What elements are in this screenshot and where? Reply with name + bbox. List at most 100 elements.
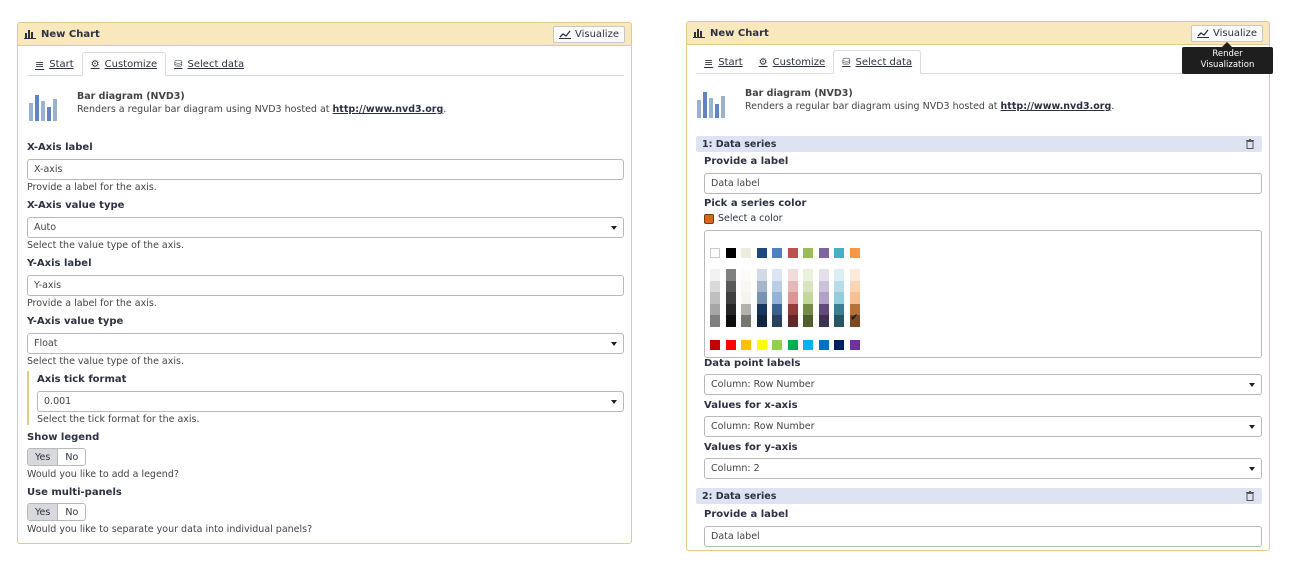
color-shade-swatch[interactable] bbox=[710, 315, 720, 327]
color-shade-swatch[interactable] bbox=[787, 280, 798, 292]
color-shade-swatch[interactable] bbox=[818, 292, 829, 304]
color-swatch[interactable] bbox=[772, 248, 782, 258]
tab-select-data[interactable]: ⛁ Select data bbox=[833, 50, 922, 74]
tab-start[interactable]: ≡ Start bbox=[696, 51, 751, 73]
visualize-label: Visualize bbox=[1212, 27, 1257, 39]
y-values-select[interactable]: Column: 2 bbox=[704, 458, 1262, 479]
color-swatch[interactable] bbox=[803, 248, 813, 258]
color-swatch[interactable] bbox=[741, 248, 751, 258]
color-shade-swatch[interactable] bbox=[710, 303, 720, 315]
nvd3-link[interactable]: http://www.nvd3.org bbox=[1001, 101, 1112, 112]
color-shade-swatch[interactable] bbox=[756, 315, 767, 327]
series-1-label-input[interactable]: Data label bbox=[704, 173, 1262, 194]
color-shade-swatch[interactable] bbox=[710, 269, 720, 281]
color-shade-swatch[interactable] bbox=[710, 292, 720, 304]
x-values-select[interactable]: Column: Row Number bbox=[704, 416, 1262, 437]
color-swatch[interactable] bbox=[725, 248, 736, 258]
standard-color-swatch[interactable] bbox=[787, 340, 798, 350]
color-shade-swatch[interactable] bbox=[741, 292, 751, 304]
color-shade-swatch[interactable] bbox=[725, 269, 736, 281]
multi-no-button[interactable]: No bbox=[58, 504, 85, 520]
visualize-button[interactable]: Visualize bbox=[1190, 24, 1263, 42]
color-swatch[interactable] bbox=[756, 248, 767, 258]
standard-color-swatch[interactable] bbox=[849, 340, 860, 350]
trash-icon[interactable] bbox=[1246, 139, 1254, 149]
nvd3-link[interactable]: http://www.nvd3.org bbox=[333, 104, 444, 115]
color-shade-swatch[interactable] bbox=[818, 315, 829, 327]
x-axis-type-select[interactable]: Auto bbox=[27, 217, 624, 238]
standard-color-swatch[interactable] bbox=[818, 340, 829, 350]
database-icon: ⛁ bbox=[174, 58, 183, 70]
color-shade-swatch[interactable] bbox=[803, 280, 813, 292]
color-shade-swatch[interactable] bbox=[741, 280, 751, 292]
color-swatch[interactable] bbox=[818, 248, 829, 258]
color-shade-swatch[interactable] bbox=[741, 303, 751, 315]
color-shade-swatch[interactable] bbox=[803, 315, 813, 327]
tab-select-data[interactable]: ⛁ Select data bbox=[166, 53, 252, 75]
color-shade-swatch[interactable] bbox=[787, 269, 798, 281]
color-shade-swatch[interactable] bbox=[710, 280, 720, 292]
color-shade-swatch[interactable] bbox=[772, 303, 782, 315]
legend-no-button[interactable]: No bbox=[58, 449, 85, 465]
standard-color-swatch[interactable] bbox=[756, 340, 767, 350]
color-shade-swatch[interactable] bbox=[834, 315, 844, 327]
x-axis-label-input[interactable]: X-axis bbox=[27, 159, 624, 180]
series-2-label-input[interactable]: Data label bbox=[704, 526, 1262, 547]
color-swatch[interactable] bbox=[787, 248, 798, 258]
color-shade-swatch[interactable] bbox=[756, 292, 767, 304]
color-shade-swatch[interactable] bbox=[803, 269, 813, 281]
color-shade-swatch[interactable] bbox=[741, 269, 751, 281]
color-shade-swatch[interactable] bbox=[834, 269, 844, 281]
color-shade-swatch[interactable] bbox=[772, 269, 782, 281]
color-shade-swatch[interactable] bbox=[772, 315, 782, 327]
color-shade-swatch[interactable] bbox=[787, 315, 798, 327]
color-shade-swatch[interactable] bbox=[834, 292, 844, 304]
color-shade-swatch[interactable] bbox=[741, 315, 751, 327]
color-shade-swatch[interactable] bbox=[756, 269, 767, 281]
color-shade-swatch[interactable] bbox=[803, 303, 813, 315]
point-labels-select[interactable]: Column: Row Number bbox=[704, 374, 1262, 395]
tab-customize[interactable]: ⚙ Customize bbox=[81, 52, 167, 76]
color-shade-swatch[interactable] bbox=[818, 303, 829, 315]
color-shade-swatch[interactable] bbox=[772, 292, 782, 304]
color-shade-swatch[interactable] bbox=[849, 280, 860, 292]
standard-color-swatch[interactable] bbox=[772, 340, 782, 350]
color-shade-swatch[interactable] bbox=[849, 292, 860, 304]
trash-icon[interactable] bbox=[1246, 491, 1254, 501]
standard-color-swatch[interactable] bbox=[741, 340, 751, 350]
color-swatch[interactable] bbox=[849, 248, 860, 258]
color-shade-swatch[interactable] bbox=[725, 303, 736, 315]
visualize-button[interactable]: Visualize bbox=[552, 25, 625, 43]
tab-start[interactable]: ≡ Start bbox=[27, 53, 82, 75]
color-shade-swatch[interactable] bbox=[818, 269, 829, 281]
color-shade-swatch[interactable] bbox=[725, 315, 736, 327]
standard-color-swatch[interactable] bbox=[834, 340, 844, 350]
color-shade-swatch[interactable] bbox=[756, 303, 767, 315]
standard-color-swatch[interactable] bbox=[710, 340, 720, 350]
color-shade-swatch[interactable] bbox=[834, 303, 844, 315]
series-2-label-title: Provide a label bbox=[704, 509, 789, 520]
tick-format-select[interactable]: 0.001 bbox=[37, 391, 624, 412]
color-shade-swatch[interactable] bbox=[818, 280, 829, 292]
standard-color-swatch[interactable] bbox=[803, 340, 813, 350]
standard-color-swatch[interactable] bbox=[725, 340, 736, 350]
color-swatch[interactable] bbox=[834, 248, 844, 258]
color-shade-swatch[interactable] bbox=[803, 292, 813, 304]
color-shade-swatch[interactable]: ✔ bbox=[849, 313, 860, 327]
color-shade-swatch[interactable] bbox=[787, 292, 798, 304]
y-axis-label-input[interactable]: Y-axis bbox=[27, 275, 624, 296]
color-shade-swatch[interactable] bbox=[834, 280, 844, 292]
color-shade-swatch[interactable] bbox=[787, 303, 798, 315]
legend-yes-button[interactable]: Yes bbox=[28, 449, 59, 465]
color-shade-swatch[interactable] bbox=[756, 280, 767, 292]
select-color-row[interactable]: Select a color bbox=[704, 213, 783, 224]
color-shade-swatch[interactable] bbox=[725, 292, 736, 304]
color-shade-swatch[interactable] bbox=[772, 280, 782, 292]
color-shade-swatch[interactable] bbox=[725, 280, 736, 292]
selected-color-swatch[interactable] bbox=[704, 213, 714, 224]
multi-yes-button[interactable]: Yes bbox=[28, 504, 59, 520]
color-shade-swatch[interactable] bbox=[849, 269, 860, 281]
y-axis-type-select[interactable]: Float bbox=[27, 333, 624, 354]
color-swatch[interactable] bbox=[710, 248, 720, 258]
tab-customize[interactable]: ⚙ Customize bbox=[751, 51, 833, 73]
